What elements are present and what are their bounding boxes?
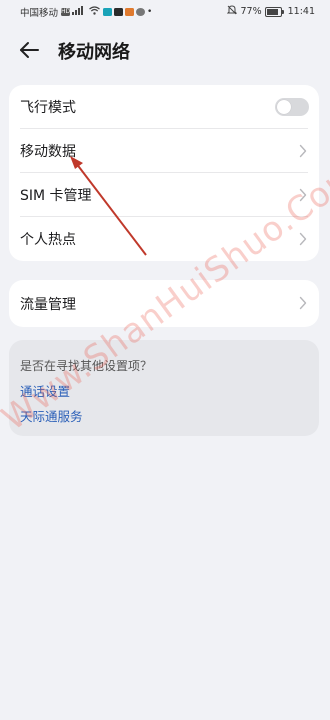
- wifi-icon: [89, 6, 100, 18]
- suggestions-question: 是否在寻找其他设置项？: [20, 359, 153, 373]
- settings-card: 飞行模式 移动数据 SIM 卡管理 个人热点: [9, 85, 319, 261]
- battery-icon: [264, 6, 284, 17]
- page-title: 移动网络: [58, 42, 130, 63]
- sim-management-label: SIM 卡管理: [20, 188, 92, 204]
- toggle-knob: [277, 100, 291, 114]
- chevron-right-icon: [299, 144, 307, 158]
- back-arrow-icon[interactable]: [16, 37, 42, 63]
- carrier-name: 中国移动: [20, 8, 59, 19]
- status-left: 中国移动 HD •: [20, 5, 152, 19]
- airplane-mode-label: 飞行模式: [20, 100, 76, 116]
- mute-icon: [227, 5, 238, 18]
- mobile-data-label: 移动数据: [20, 144, 76, 160]
- hotspot-row[interactable]: 个人热点: [9, 217, 319, 261]
- call-settings-link[interactable]: 通话设置: [20, 381, 70, 400]
- clock: 11:41: [287, 6, 315, 17]
- skytone-service-link[interactable]: 天际通服务: [20, 406, 83, 425]
- mobile-data-row[interactable]: 移动数据: [9, 129, 319, 173]
- chevron-right-icon: [299, 232, 307, 246]
- app-notification-icon: [114, 8, 124, 16]
- traffic-management-row[interactable]: 流量管理: [9, 280, 319, 327]
- signal-icon: [72, 6, 86, 18]
- traffic-card: 流量管理: [9, 280, 319, 327]
- more-notifications-icon: •: [147, 7, 153, 17]
- sim-management-row[interactable]: SIM 卡管理: [9, 173, 319, 217]
- chevron-right-icon: [299, 188, 307, 202]
- page-header: 移动网络: [0, 30, 330, 70]
- hotspot-label: 个人热点: [20, 232, 76, 248]
- status-bar: 中国移动 HD • 77% 11:41: [0, 0, 330, 24]
- battery-percent: 77%: [240, 6, 262, 17]
- suggestions-panel: 是否在寻找其他设置项？ 通话设置 天际通服务: [9, 340, 319, 436]
- chevron-right-icon: [299, 296, 307, 310]
- hd-icon: HD: [61, 8, 71, 16]
- app-notification-icon: [103, 8, 113, 16]
- airplane-mode-toggle[interactable]: [275, 98, 309, 116]
- traffic-management-label: 流量管理: [20, 296, 76, 313]
- app-notification-icon: [125, 8, 135, 16]
- app-notification-icon: [136, 8, 146, 16]
- status-right: 77% 11:41: [224, 5, 315, 18]
- airplane-mode-row[interactable]: 飞行模式: [9, 85, 319, 129]
